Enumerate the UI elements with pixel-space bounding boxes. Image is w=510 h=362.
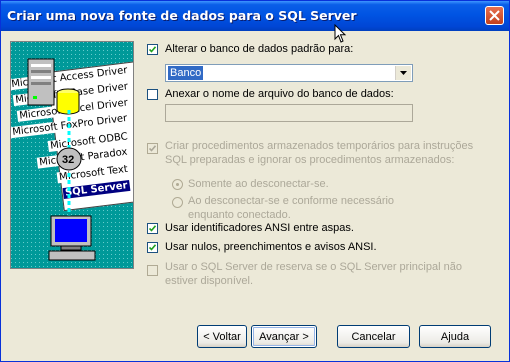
checkmark-icon: [149, 46, 156, 53]
ansi-quoted-identifiers-checkbox[interactable]: [147, 223, 158, 234]
change-default-db-label[interactable]: Alterar o banco de dados padrão para:: [165, 42, 353, 56]
help-button[interactable]: Ajuda: [419, 325, 491, 348]
create-temp-procs-checkbox: [147, 143, 158, 154]
window-title: Criar uma nova fonte de dados para o SQL…: [7, 8, 357, 23]
attach-db-file-checkbox[interactable]: [147, 89, 158, 100]
only-disconnect-label: Somente ao desconectar-se.: [188, 178, 329, 190]
checkmark-icon: [149, 145, 156, 152]
mouse-cursor-icon: [334, 24, 347, 43]
attach-db-file-label[interactable]: Anexar o nome de arquivo do banco de dad…: [165, 87, 394, 101]
close-button[interactable]: [485, 6, 504, 25]
combobox-dropdown-button[interactable]: [395, 66, 411, 80]
failover-server-label: Usar o SQL Server de reserva se o SQL Se…: [165, 261, 462, 287]
chevron-down-icon: [400, 71, 407, 75]
back-button[interactable]: < Voltar: [197, 325, 247, 348]
cancel-button[interactable]: Cancelar: [337, 325, 410, 348]
default-database-combobox[interactable]: Banco: [165, 64, 413, 82]
wizard-illustration: Microsoft Access Driver Microsoft dBase …: [10, 41, 134, 269]
wizard-dialog: Criar uma nova fonte de dados para o SQL…: [0, 0, 510, 362]
close-icon: [489, 10, 500, 21]
combobox-value: Banco: [168, 66, 204, 80]
change-default-db-checkbox[interactable]: [147, 44, 158, 55]
checkmark-icon: [149, 244, 156, 251]
driver-32-label: 32: [62, 154, 74, 166]
create-temp-procs-label: Criar procedimentos armazenados temporár…: [165, 140, 474, 166]
only-disconnect-radio: [172, 179, 183, 190]
ansi-quoted-identifiers-label[interactable]: Usar identificadores ANSI entre aspas.: [165, 221, 354, 235]
title-bar[interactable]: Criar uma nova fonte de dados para o SQL…: [1, 1, 509, 31]
checkmark-icon: [149, 225, 156, 232]
disconnect-and-as-needed-radio: [172, 197, 183, 208]
ansi-nulls-label[interactable]: Usar nulos, preenchimentos e avisos ANSI…: [165, 240, 377, 254]
disconnect-and-as-needed-label: Ao desconectar-se e conforme necessário …: [188, 195, 395, 221]
driver-32-icon: 32: [56, 147, 82, 171]
next-button[interactable]: Avançar >: [251, 325, 317, 348]
computer-icon: [48, 215, 96, 261]
database-file-path-field[interactable]: [165, 104, 413, 122]
failover-server-checkbox: [147, 265, 158, 276]
radio-selected-dot: [176, 183, 179, 186]
ansi-nulls-checkbox[interactable]: [147, 242, 158, 253]
server-icon: [27, 58, 55, 106]
